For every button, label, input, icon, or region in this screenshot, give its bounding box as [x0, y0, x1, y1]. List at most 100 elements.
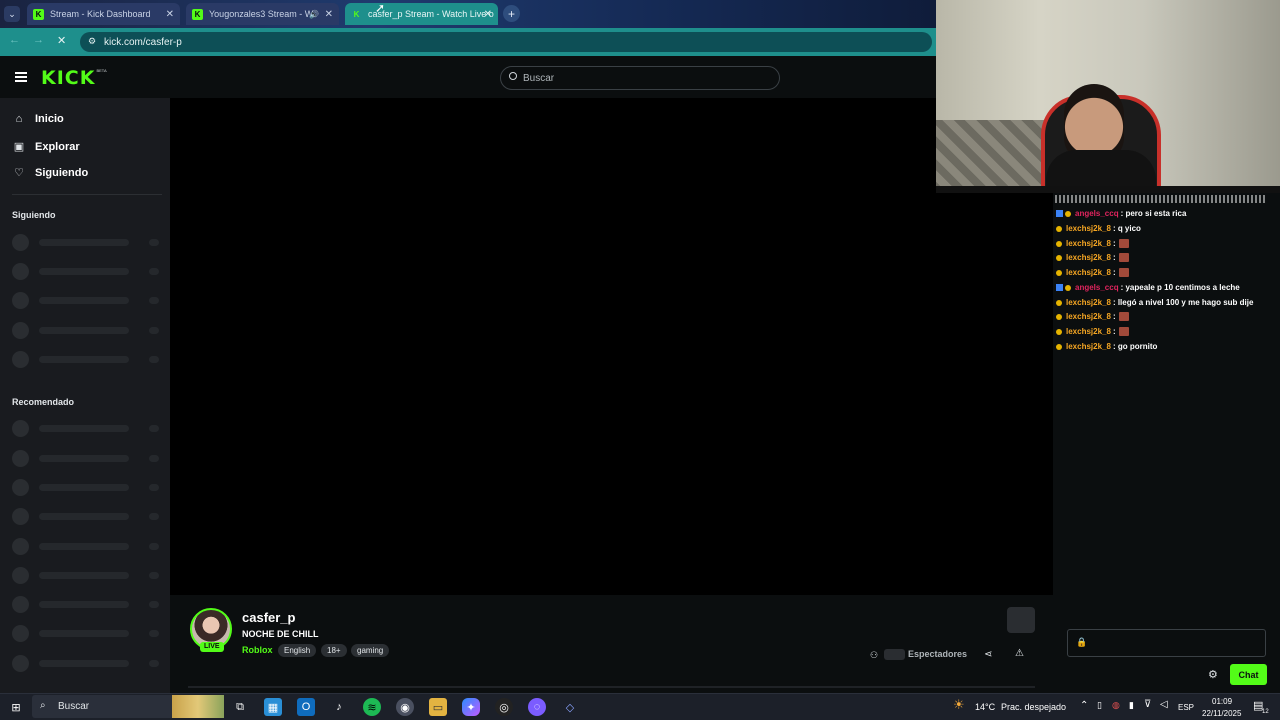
nav-label: Siguiendo: [35, 166, 89, 179]
taskbar-search-box[interactable]: ⌕ Buscar: [32, 695, 224, 718]
chat-emote-icon: [1118, 327, 1129, 336]
chat-text: :: [1112, 268, 1116, 277]
stop-loading-icon[interactable]: ✕: [57, 34, 66, 47]
clock-date[interactable]: 22/11/2025: [1202, 709, 1241, 718]
chat-username[interactable]: lexchsj2k_8: [1066, 239, 1111, 248]
sub-badge-icon: [1056, 343, 1062, 350]
wifi-icon[interactable]: ⊽: [1144, 699, 1151, 710]
microphone-icon[interactable]: ▮: [1129, 700, 1134, 711]
browser-tab-2[interactable]: K Yougonzales3 Stream - W 🔊 ✕: [186, 3, 339, 25]
chat-message: lexchsj2k_8:: [1056, 253, 1129, 262]
tray-chevron-up-icon[interactable]: ⌃: [1080, 700, 1088, 711]
sub-badge-icon: [1056, 313, 1062, 320]
skeleton-channel: [12, 508, 162, 525]
taskbar-search-placeholder: Buscar: [58, 701, 90, 712]
weather-description[interactable]: Prac. despejado: [1001, 702, 1066, 712]
chat-message: lexchsj2k_8: q yico: [1056, 224, 1141, 233]
moderator-badge-icon: [1056, 284, 1063, 291]
outlook-icon[interactable]: O: [297, 698, 315, 716]
speaker-icon[interactable]: 🔊: [309, 10, 319, 19]
notification-count-badge: 12: [1262, 709, 1269, 715]
report-icon[interactable]: ⚠: [1015, 648, 1024, 659]
close-tab-icon[interactable]: ✕: [484, 9, 492, 20]
sub-badge-icon: [1056, 225, 1062, 232]
heart-icon: ♡: [14, 167, 24, 179]
chat-settings-icon[interactable]: ⚙: [1208, 668, 1218, 681]
search-highlight-image-icon: [172, 695, 224, 718]
beta-badge: BETA: [96, 68, 107, 73]
chat-text: :: [1112, 239, 1116, 248]
chrome-icon[interactable]: ◉: [396, 698, 414, 716]
chat-text: : q yico: [1112, 224, 1141, 233]
tab-search-button[interactable]: ⌄: [4, 6, 20, 22]
tiktok-icon[interactable]: ♪: [330, 698, 348, 716]
sub-badge-icon: [1056, 240, 1062, 247]
kick-favicon-icon: K: [353, 9, 360, 19]
streamer-username[interactable]: casfer_p: [242, 610, 295, 625]
chat-username[interactable]: angels_ccq: [1075, 283, 1119, 292]
sidebar-item-siguiendo[interactable]: ♡ Siguiendo: [12, 166, 89, 180]
browser-tab-3-active[interactable]: K casfer_p Stream - Watch Live o ✕: [345, 3, 498, 25]
hamburger-menu-icon[interactable]: [15, 72, 27, 82]
chat-username[interactable]: lexchsj2k_8: [1066, 342, 1111, 351]
chat-username[interactable]: lexchsj2k_8: [1066, 253, 1111, 262]
chat-message: lexchsj2k_8: go pornito: [1056, 342, 1157, 351]
kick-logo[interactable]: KICK BETA: [41, 67, 107, 89]
tray-app-icon[interactable]: ◍: [1112, 700, 1120, 711]
back-icon[interactable]: ←: [9, 34, 20, 46]
sub-badge-icon: [1056, 254, 1062, 261]
viewers-label: Espectadores: [908, 649, 968, 659]
live-badge: LIVE: [200, 642, 224, 652]
windows-start-icon[interactable]: ⊞: [7, 698, 25, 716]
browser-tab-1[interactable]: K Stream - Kick Dashboard ✕: [27, 3, 180, 25]
spotify-icon[interactable]: ≋: [363, 698, 381, 716]
chat-username[interactable]: lexchsj2k_8: [1066, 312, 1111, 321]
nav-label: Explorar: [35, 140, 80, 153]
sidebar-item-inicio[interactable]: ⌂ Inicio: [12, 113, 64, 125]
microsoft-store-icon[interactable]: ▦: [264, 698, 282, 716]
tag-gaming[interactable]: gaming: [351, 644, 390, 657]
file-explorer-icon[interactable]: ▭: [429, 698, 447, 716]
search-input[interactable]: Buscar: [500, 66, 780, 90]
section-siguiendo-header: Siguiendo: [12, 210, 56, 220]
weather-temp[interactable]: 14°C: [975, 702, 995, 712]
chat-username[interactable]: angels_ccq: [1075, 209, 1119, 218]
video-player[interactable]: [170, 98, 1053, 595]
stream-title: NOCHE DE CHILL: [242, 629, 319, 639]
chat-text: :: [1112, 253, 1116, 262]
share-icon[interactable]: ⋖: [984, 649, 992, 660]
category-link[interactable]: Roblox: [242, 645, 273, 655]
volume-icon[interactable]: ◁: [1160, 699, 1168, 710]
viewers-icon: ⚇: [870, 650, 879, 660]
language-indicator[interactable]: ESP: [1178, 703, 1194, 712]
chat-username[interactable]: lexchsj2k_8: [1066, 327, 1111, 336]
clock-time[interactable]: 01:09: [1212, 697, 1232, 706]
forward-icon[interactable]: →: [33, 34, 44, 46]
task-view-icon[interactable]: ⧉: [231, 698, 249, 716]
tag-18plus[interactable]: 18+: [321, 644, 347, 657]
info-divider: [188, 686, 1035, 688]
url-bar[interactable]: ⚙ kick.com/casfer-p: [80, 32, 932, 52]
chat-username[interactable]: lexchsj2k_8: [1066, 298, 1111, 307]
chat-text: : yapeale p 10 centimos a leche: [1120, 283, 1240, 292]
close-tab-icon[interactable]: ✕: [325, 9, 333, 20]
streamlabs-icon[interactable]: ◇: [561, 698, 579, 716]
chat-message: lexchsj2k_8:: [1056, 312, 1129, 321]
chat-username[interactable]: lexchsj2k_8: [1066, 268, 1111, 277]
new-tab-button[interactable]: +: [503, 5, 520, 22]
tag-english[interactable]: English: [278, 644, 317, 657]
url-text: kick.com/casfer-p: [104, 36, 182, 48]
sidebar-item-explorar[interactable]: ▣ Explorar: [12, 140, 80, 154]
tray-app-icon[interactable]: ▯: [1097, 700, 1102, 711]
chat-message: angels_ccq: yapeale p 10 centimos a lech…: [1056, 283, 1240, 292]
chat-username[interactable]: lexchsj2k_8: [1066, 224, 1111, 233]
chat-send-button[interactable]: Chat: [1230, 664, 1267, 685]
copilot-icon[interactable]: ✦: [462, 698, 480, 716]
webcam-overlay: [936, 0, 1280, 193]
site-info-icon[interactable]: ⚙: [88, 36, 96, 47]
messenger-icon[interactable]: ◌: [528, 698, 546, 716]
nav-label: Inicio: [35, 113, 64, 125]
chat-input[interactable]: 🔒: [1067, 629, 1266, 657]
obs-icon[interactable]: ◎: [495, 698, 513, 716]
close-tab-icon[interactable]: ✕: [166, 9, 174, 20]
